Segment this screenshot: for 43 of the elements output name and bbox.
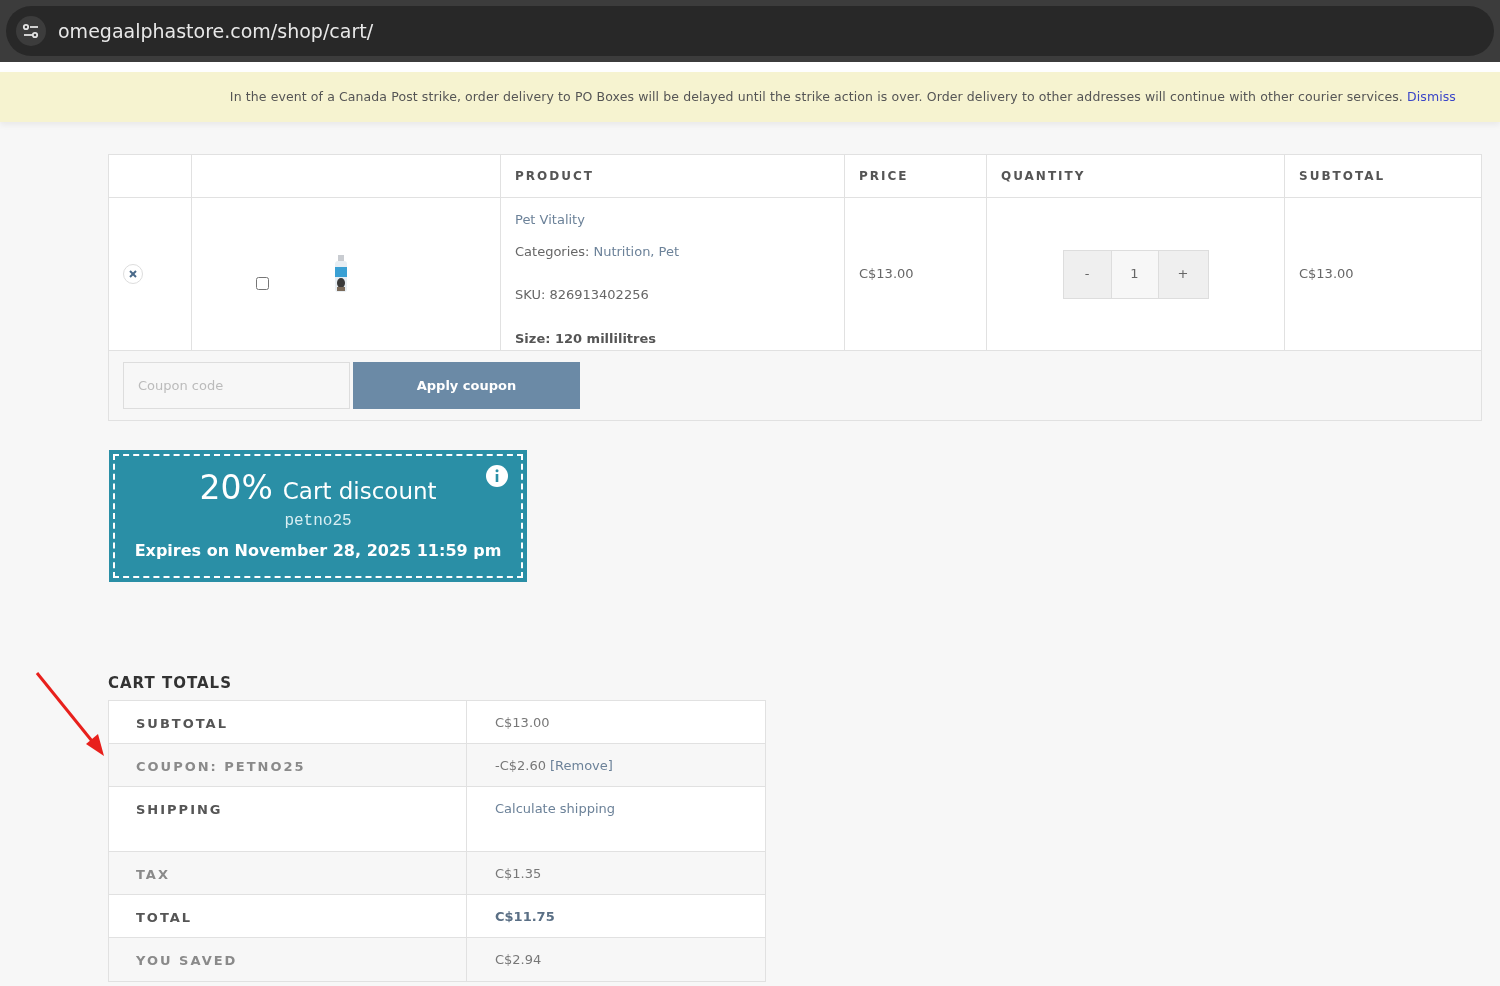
apply-coupon-button[interactable]: Apply coupon <box>353 362 580 409</box>
column-header: PRICE <box>859 168 909 185</box>
totals-value: C$1.35 <box>495 864 542 883</box>
totals-label: SUBTOTAL <box>136 715 228 731</box>
column-header: PRODUCT <box>515 168 594 185</box>
totals-label: TOTAL <box>136 909 193 925</box>
price-text: C$13.00 <box>859 265 914 284</box>
site-settings-icon[interactable] <box>22 23 40 39</box>
quantity-field[interactable]: 1 <box>1111 250 1159 298</box>
sku-text: SKU: 826913402256 <box>515 286 650 304</box>
totals-link[interactable]: [Remove] <box>550 755 613 775</box>
discount-amount: 20% <box>199 468 273 508</box>
notice-text: In the event of a Canada Post strike, order delivery to PO Boxes will be delayed until the strike action is over. Order delivery to other addresses will continue with other courier services. Dismiss <box>229 87 1456 106</box>
product-link[interactable]: Pet Vitality <box>515 210 585 230</box>
totals-label: COUPON: PETNO25 <box>136 758 306 774</box>
totals-value: C$2.94 <box>495 950 542 969</box>
column-header: SUBTOTAL <box>1299 168 1386 185</box>
coupon-code-field[interactable]: Coupon code <box>123 362 350 409</box>
dismiss-link[interactable]: Dismiss <box>1407 88 1456 104</box>
expiry-text: Expires on November 28, 2025 11:59 pm <box>134 539 502 562</box>
info-icon[interactable] <box>485 464 509 488</box>
coupon-code: petno25 <box>284 510 352 532</box>
totals-value: -C$2.60 <box>495 756 546 775</box>
decrease-button[interactable]: - <box>1063 250 1112 298</box>
categories-label: Categories: <box>515 242 590 261</box>
subtotal-text: C$13.00 <box>1299 265 1354 284</box>
totals-label: TAX <box>136 866 170 882</box>
totals-link[interactable]: Calculate shipping <box>495 798 616 818</box>
totals-label: SHIPPING <box>136 801 223 817</box>
totals-value: C$11.75 <box>495 907 555 926</box>
discount-label: Cart discount <box>282 477 437 506</box>
increase-button[interactable]: + <box>1158 250 1208 298</box>
url-text[interactable]: omegaalphastore.com/shop/cart/ <box>58 16 374 46</box>
category-link[interactable]: Pet <box>658 241 679 261</box>
column-header: QUANTITY <box>1001 168 1086 185</box>
address-bar[interactable]: omegaalphastore.com/shop/cart/ <box>6 6 1494 56</box>
item-checkbox[interactable] <box>256 276 269 290</box>
size-text: Size: 120 millilitres <box>515 329 658 348</box>
totals-value: C$13.00 <box>495 713 550 732</box>
cart-totals-heading: CART TOTALS <box>108 673 233 694</box>
close-icon <box>129 270 137 278</box>
category-link[interactable]: Nutrition, <box>593 241 655 261</box>
totals-label: YOU SAVED <box>136 952 238 968</box>
